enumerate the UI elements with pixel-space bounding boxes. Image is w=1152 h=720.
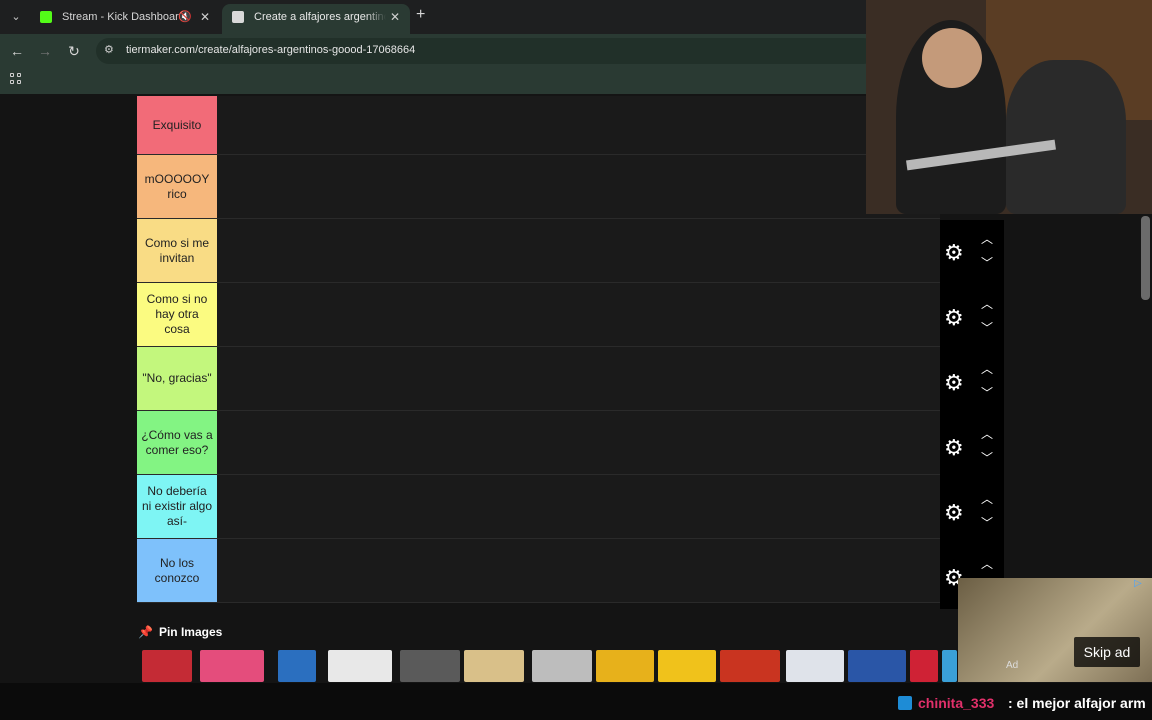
tier-drop-zone[interactable] xyxy=(217,411,940,474)
tier-list: Exquisito mOOOOOY rico Como si me invitan C… xyxy=(137,96,940,603)
gear-icon[interactable]: ⚙ xyxy=(944,437,966,459)
chat-badge-icon xyxy=(898,696,912,710)
pin-image-thumb[interactable] xyxy=(658,650,716,682)
tier-row: mOOOOOY rico xyxy=(137,155,940,219)
muted-speaker-icon[interactable]: 🔇 xyxy=(178,4,192,30)
pin-image-thumb[interactable] xyxy=(400,650,460,682)
tier-row-controls: ⚙ ︿ ﹀ xyxy=(940,220,1004,284)
webcam-overlay xyxy=(866,0,1152,214)
tier-label[interactable]: Como si no hay otra cosa xyxy=(137,283,217,346)
forward-arrow-icon[interactable]: → xyxy=(36,42,54,60)
tier-drop-zone[interactable] xyxy=(217,347,940,410)
chat-message: : el mejor alfajor arm xyxy=(1008,695,1146,711)
tab-tiermaker[interactable]: Create a alfajores argentinos goood ✕ xyxy=(222,4,410,34)
chevron-up-icon[interactable]: ︿ xyxy=(978,297,996,311)
pin-image-thumb[interactable] xyxy=(532,650,592,682)
close-tab-icon[interactable]: ✕ xyxy=(200,4,210,30)
chevron-down-icon[interactable]: ﹀ xyxy=(978,386,996,400)
apps-grid-icon[interactable] xyxy=(10,73,22,85)
tier-drop-zone[interactable] xyxy=(217,475,940,538)
tier-label[interactable]: mOOOOOY rico xyxy=(137,155,217,218)
tier-row: ¿Cómo vas a comer eso? xyxy=(137,411,940,475)
gear-icon[interactable]: ⚙ xyxy=(944,372,966,394)
tab-kick-dashboard[interactable]: Stream - Kick Dashboard 🔇 ✕ xyxy=(30,4,220,34)
new-tab-plus-icon[interactable]: + xyxy=(416,6,425,24)
pin-image-thumb[interactable] xyxy=(200,650,264,682)
reload-icon[interactable]: ↻ xyxy=(65,42,83,60)
gear-icon[interactable]: ⚙ xyxy=(944,242,966,264)
tier-row: Como si me invitan xyxy=(137,219,940,283)
address-bar[interactable]: ⚙ tiermaker.com/create/alfajores-argenti… xyxy=(96,38,876,64)
tier-drop-zone[interactable] xyxy=(217,539,940,602)
tier-label[interactable]: No debería ni existir algo así- xyxy=(137,475,217,538)
pin-image-thumb[interactable] xyxy=(278,650,316,682)
tier-row: No debería ni existir algo así- xyxy=(137,475,940,539)
pin-image-thumb[interactable] xyxy=(720,650,780,682)
tier-row-controls: ⚙ ︿ ﹀ xyxy=(940,415,1004,479)
scrollbar-thumb[interactable] xyxy=(1141,216,1150,300)
chat-username: chinita_333 xyxy=(918,695,995,711)
close-tab-icon[interactable]: ✕ xyxy=(390,4,400,30)
site-settings-icon[interactable]: ⚙ xyxy=(104,43,114,56)
webcam-person-head xyxy=(922,28,982,88)
tier-row-controls: ⚙ ︿ ﹀ xyxy=(940,350,1004,414)
pin-image-thumb[interactable] xyxy=(910,650,938,682)
tier-row: No los conozco xyxy=(137,539,940,603)
tier-controls: ⚙︿﹀⚙︿﹀⚙︿﹀⚙︿﹀⚙︿﹀⚙︿﹀ xyxy=(940,220,1004,609)
pin-images-header: 📌 Pin Images xyxy=(138,625,222,639)
pin-images-title: Pin Images xyxy=(158,625,223,639)
pin-image-thumb[interactable] xyxy=(786,650,844,682)
back-arrow-icon[interactable]: ← xyxy=(8,42,26,60)
chevron-up-icon[interactable]: ︿ xyxy=(978,232,996,246)
tier-label[interactable]: No los conozco xyxy=(137,539,217,602)
chevron-up-icon[interactable]: ︿ xyxy=(978,362,996,376)
pin-image-thumb[interactable] xyxy=(328,650,392,682)
pin-image-thumb[interactable] xyxy=(464,650,524,682)
chevron-up-icon[interactable]: ︿ xyxy=(978,427,996,441)
tier-row: "No, gracias" xyxy=(137,347,940,411)
tab-label: Stream - Kick Dashboard xyxy=(62,11,185,23)
chevron-up-icon[interactable]: ︿ xyxy=(978,492,996,506)
chevron-up-icon[interactable]: ︿ xyxy=(978,557,996,571)
webcam-person-right xyxy=(1006,60,1126,214)
tier-label[interactable]: Exquisito xyxy=(137,96,217,154)
url-text[interactable]: tiermaker.com/create/alfajores-argentino… xyxy=(126,44,415,56)
pin-image-thumb[interactable] xyxy=(142,650,192,682)
tier-row-controls: ⚙ ︿ ﹀ xyxy=(940,285,1004,349)
tier-drop-zone[interactable] xyxy=(217,96,940,154)
kick-icon xyxy=(40,11,52,23)
chat-ticker: chinita_333 : el mejor alfajor arm xyxy=(0,683,1152,720)
tier-drop-zone[interactable] xyxy=(217,219,940,282)
tiermaker-icon xyxy=(232,11,244,23)
pin-icon: 📌 xyxy=(138,625,153,639)
tier-label[interactable]: Como si me invitan xyxy=(137,219,217,282)
gear-icon[interactable]: ⚙ xyxy=(944,502,966,524)
tab-label: Create a alfajores argentinos goood xyxy=(254,11,386,23)
tier-drop-zone[interactable] xyxy=(217,155,940,218)
skip-ad-button[interactable]: Skip ad xyxy=(1074,637,1140,667)
tier-row-controls: ⚙ ︿ ﹀ xyxy=(940,480,1004,544)
pin-images-strip xyxy=(142,650,957,682)
tier-label[interactable]: ¿Cómo vas a comer eso? xyxy=(137,411,217,474)
gear-icon[interactable]: ⚙ xyxy=(944,307,966,329)
tier-row: Exquisito xyxy=(137,96,940,155)
pin-image-thumb[interactable] xyxy=(942,650,957,682)
tab-search-chevron-icon[interactable]: ⌄ xyxy=(6,7,26,27)
chevron-down-icon[interactable]: ﹀ xyxy=(978,321,996,335)
chevron-down-icon[interactable]: ﹀ xyxy=(978,516,996,530)
ad-label: Ad xyxy=(1006,660,1019,671)
ad-choices-icon[interactable]: ▷ xyxy=(1134,578,1146,590)
tier-row: Como si no hay otra cosa xyxy=(137,283,940,347)
chevron-down-icon[interactable]: ﹀ xyxy=(978,451,996,465)
pin-image-thumb[interactable] xyxy=(848,650,906,682)
pin-image-thumb[interactable] xyxy=(596,650,654,682)
chevron-down-icon[interactable]: ﹀ xyxy=(978,256,996,270)
tier-drop-zone[interactable] xyxy=(217,283,940,346)
tier-label[interactable]: "No, gracias" xyxy=(137,347,217,410)
screen: ⌄ Stream - Kick Dashboard 🔇 ✕ Create a a… xyxy=(0,0,1152,720)
